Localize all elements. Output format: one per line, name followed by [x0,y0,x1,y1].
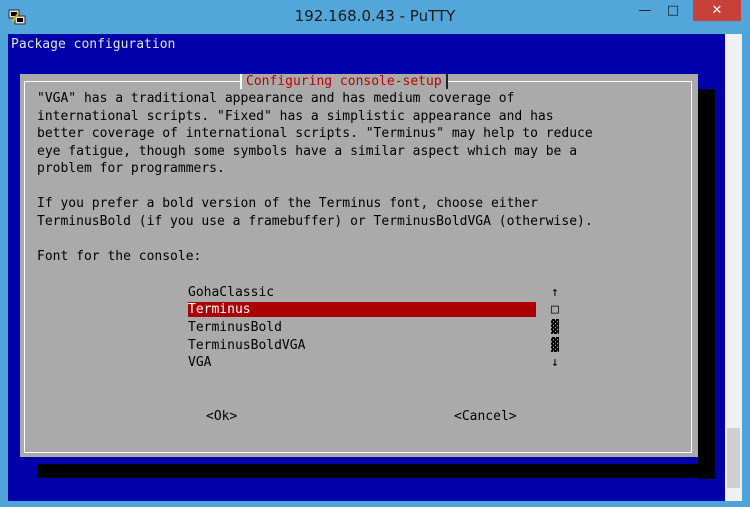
maximize-icon: □ [666,3,680,18]
cancel-button[interactable]: <Cancel> [454,409,517,424]
description-line: TerminusBold (if you use a framebuffer) … [37,214,593,229]
maximize-button[interactable]: □ [659,0,687,21]
font-option-gohaclassic[interactable]: GohaClassic [188,285,536,300]
ok-button[interactable]: <Ok> [206,409,237,424]
description-line: international scripts. "Fixed" has a sim… [37,109,554,124]
font-option-terminus[interactable]: Terminus [188,302,536,317]
scroll-track-icon: ▓ [551,338,559,353]
scroll-thumb-icon[interactable]: □ [551,302,559,317]
scroll-track-icon: ▓ [551,320,559,335]
font-option-vga[interactable]: VGA [188,355,536,370]
close-icon: ✕ [711,3,723,18]
dialog-shadow-bottom [37,464,715,478]
dialog-title: Configuring console-setup [240,74,448,89]
minimize-icon: — [638,3,652,18]
font-option-terminusbold[interactable]: TerminusBold [188,320,536,335]
description-line: If you prefer a bold version of the Term… [37,196,538,211]
scrollbar-thumb[interactable] [727,428,740,488]
description-line: problem for programmers. [37,161,225,176]
package-configuration-header: Package configuration [11,37,176,52]
dialog-shadow-right [698,89,715,479]
font-prompt: Font for the console: [37,249,202,264]
configuration-dialog: Configuring console-setup "VGA" has a tr… [20,74,698,457]
scroll-up-arrow-icon[interactable]: ↑ [551,285,559,300]
scroll-down-arrow-icon[interactable]: ↓ [551,355,559,370]
description-line: eye fatigue, though some symbols have a … [37,144,578,159]
terminal-area[interactable]: Package configuration Configuring consol… [8,34,725,501]
close-button[interactable]: ✕ [693,0,741,21]
title-bar[interactable]: 192.168.0.43 - PuTTY — □ ✕ [0,0,750,34]
description-line: "VGA" has a traditional appearance and h… [37,91,515,106]
description-line: better coverage of international scripts… [37,126,593,141]
font-option-terminusboldvga[interactable]: TerminusBoldVGA [188,338,536,353]
terminal-scrollbar[interactable] [725,34,742,501]
putty-window: 192.168.0.43 - PuTTY — □ ✕ Package confi… [0,0,750,507]
minimize-button[interactable]: — [631,0,659,21]
